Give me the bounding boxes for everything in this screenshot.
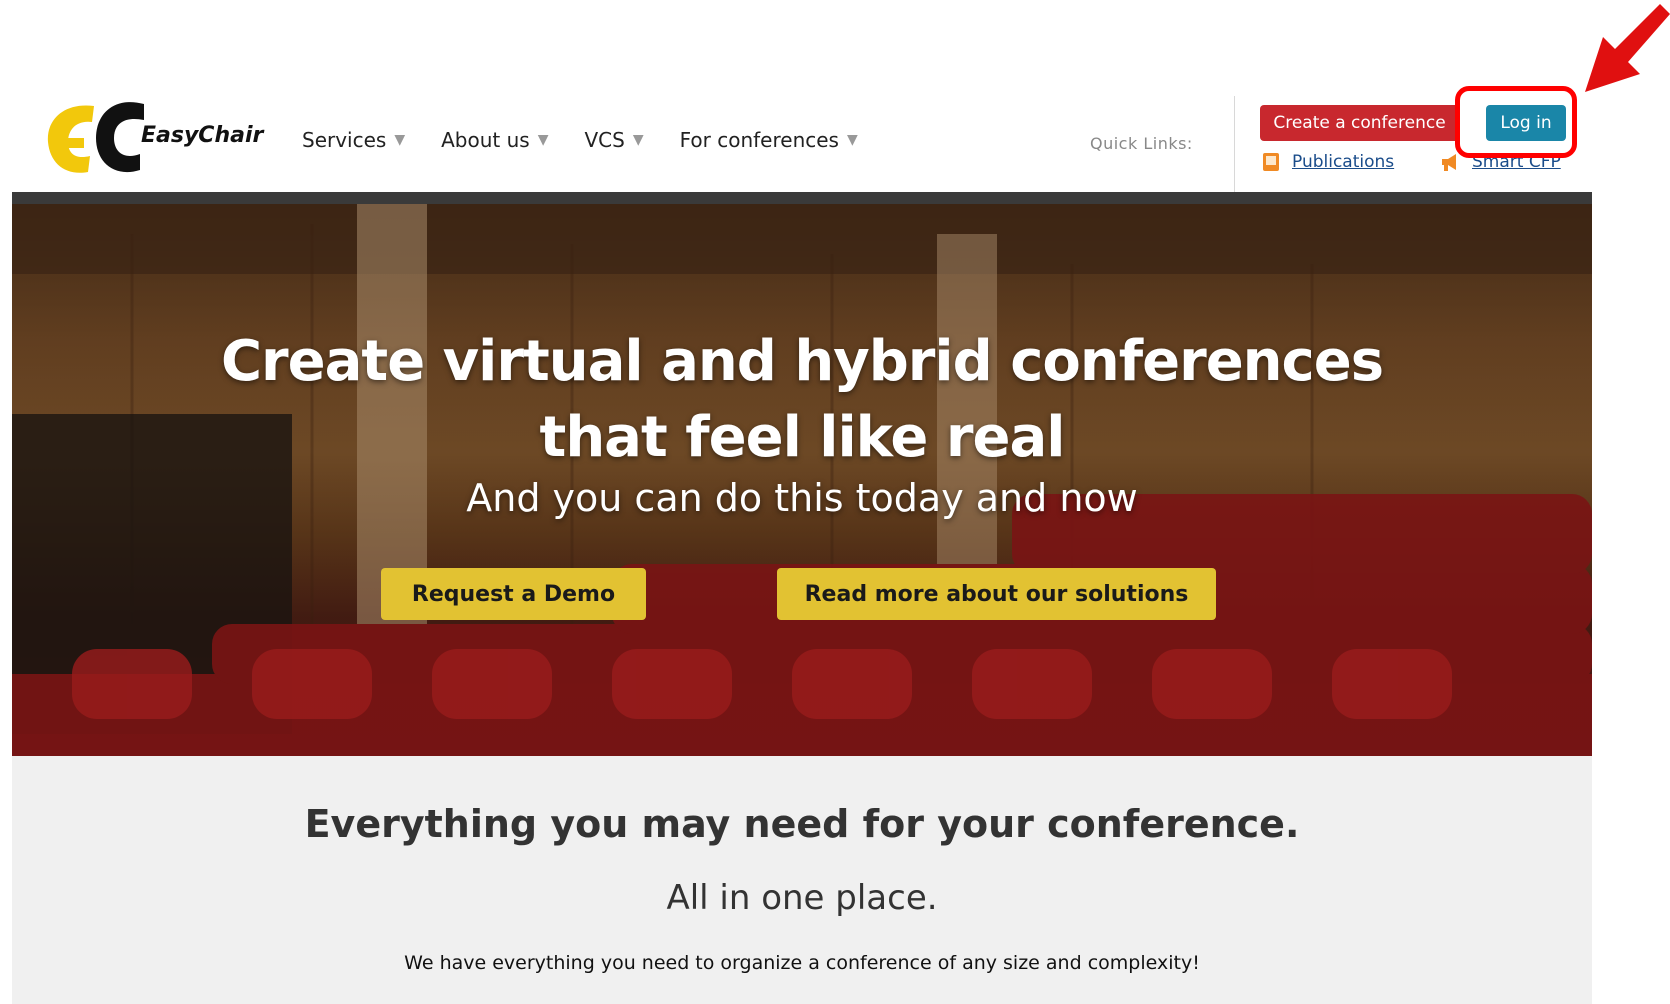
smart-cfp-link[interactable]: Smart CFP <box>1440 151 1561 173</box>
site-header: EasyChair Services ▼ About us ▼ VCS ▼ Fo… <box>12 88 1592 196</box>
nav-vcs-label: VCS <box>584 128 625 152</box>
nav-for-conferences-label: For conferences <box>679 128 839 152</box>
header-divider <box>1234 96 1235 196</box>
smart-cfp-label: Smart CFP <box>1472 152 1561 172</box>
features-section: Everything you may need for your confere… <box>12 756 1592 1004</box>
request-demo-button[interactable]: Request a Demo <box>381 568 646 620</box>
hero-top-bar <box>12 192 1592 204</box>
hero-subtitle: And you can do this today and now <box>466 476 1138 520</box>
section-title: Everything you may need for your confere… <box>304 802 1300 846</box>
arrow-icon <box>1585 4 1670 92</box>
hero-title-line1: Create virtual and hybrid conferences <box>220 329 1384 394</box>
section-subtitle: All in one place. <box>666 878 938 918</box>
easychair-logo-icon <box>47 102 144 173</box>
easychair-logo[interactable]: EasyChair <box>44 98 274 178</box>
create-conference-button[interactable]: Create a conference <box>1260 105 1459 141</box>
hero-title: Create virtual and hybrid conferences th… <box>12 324 1592 476</box>
main-nav: Services ▼ About us ▼ VCS ▼ For conferen… <box>302 128 894 152</box>
nav-about-us-label: About us <box>441 128 530 152</box>
nav-about-us[interactable]: About us ▼ <box>441 128 548 152</box>
megaphone-icon <box>1440 151 1462 173</box>
nav-for-conferences[interactable]: For conferences ▼ <box>680 128 858 152</box>
nav-vcs[interactable]: VCS ▼ <box>585 128 644 152</box>
chevron-down-icon: ▼ <box>394 132 406 148</box>
chevron-down-icon: ▼ <box>537 132 549 148</box>
nav-services[interactable]: Services ▼ <box>302 128 405 152</box>
publications-label: Publications <box>1292 152 1395 172</box>
quick-links-label: Quick Links: <box>1090 134 1193 153</box>
nav-services-label: Services <box>302 128 387 152</box>
section-text: We have everything you need to organize … <box>404 952 1200 974</box>
hero-title-line2: that feel like real <box>539 405 1066 470</box>
hero-banner: Create virtual and hybrid conferences th… <box>12 204 1592 756</box>
publications-icon <box>1260 151 1282 173</box>
brand-name: EasyChair <box>141 122 264 148</box>
login-button[interactable]: Log in <box>1486 105 1566 141</box>
publications-link[interactable]: Publications <box>1260 151 1394 173</box>
chevron-down-icon: ▼ <box>846 132 858 148</box>
read-more-button[interactable]: Read more about our solutions <box>777 568 1216 620</box>
chevron-down-icon: ▼ <box>632 132 644 148</box>
